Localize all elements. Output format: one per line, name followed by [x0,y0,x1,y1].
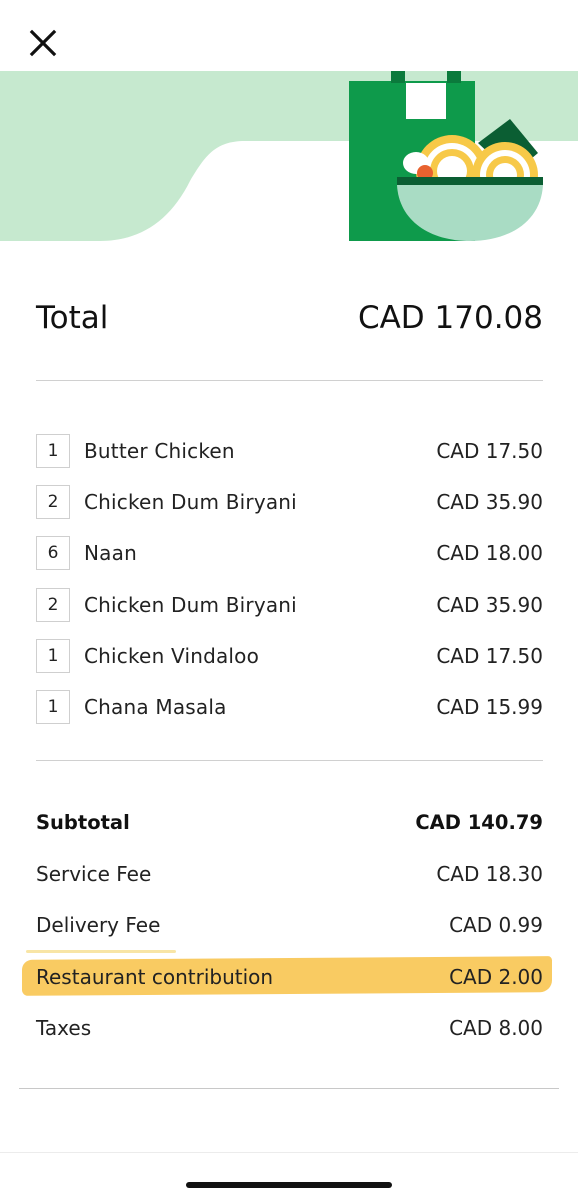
item-price: CAD 17.50 [436,438,543,463]
divider [36,760,543,761]
quantity-badge: 1 [36,433,70,468]
item-price: CAD 17.50 [436,643,543,668]
subtotal-label: Subtotal [36,811,130,835]
taxes-label: Taxes [36,1015,92,1040]
list-item: 1 Chicken Vindaloo CAD 17.50 [36,630,543,681]
item-name: Butter Chicken [84,438,235,463]
taxes-row: Taxes CAD 8.00 [36,1002,543,1053]
close-button[interactable] [26,26,60,60]
item-price: CAD 35.90 [436,592,543,617]
divider [0,1152,578,1153]
total-label: Total [36,300,109,336]
delivery-fee-row: Delivery Fee CAD 0.99 [36,900,543,951]
quantity-badge: 1 [36,638,70,673]
delivery-fee-label: Delivery Fee [36,913,161,938]
item-price: CAD 35.90 [436,489,543,514]
item-name: Chicken Vindaloo [84,643,260,668]
food-bag-noodle-bowl-illustration [0,71,578,241]
divider [19,1088,559,1089]
subtotal-value: CAD 140.79 [415,811,543,835]
quantity-badge: 1 [36,690,70,725]
receipt-banner [0,71,578,241]
subtotal-row: Subtotal CAD 140.79 [36,797,543,848]
service-fee-value: CAD 18.30 [436,861,543,886]
divider [36,380,543,381]
restaurant-contribution-value: CAD 2.00 [449,964,543,989]
delivery-fee-value: CAD 0.99 [449,913,543,938]
fee-summary: Subtotal CAD 140.79 Service Fee CAD 18.3… [36,797,543,1053]
quantity-badge: 2 [36,484,70,519]
item-name: Naan [84,541,137,566]
close-icon [29,29,57,57]
item-price: CAD 15.99 [436,695,543,720]
item-name: Chicken Dum Biryani [84,489,297,514]
highlighter-stroke [26,950,176,953]
quantity-badge: 2 [36,587,70,622]
service-fee-row: Service Fee CAD 18.30 [36,848,543,899]
taxes-value: CAD 8.00 [449,1015,543,1040]
list-item: 2 Chicken Dum Biryani CAD 35.90 [36,579,543,630]
list-item: 1 Butter Chicken CAD 17.50 [36,425,543,476]
item-price: CAD 18.00 [436,541,543,566]
total-value: CAD 170.08 [357,300,543,336]
item-name: Chicken Dum Biryani [84,592,297,617]
order-items-list: 1 Butter Chicken CAD 17.50 2 Chicken Dum… [36,425,543,733]
item-name: Chana Masala [84,695,227,720]
list-item: 6 Naan CAD 18.00 [36,528,543,579]
order-total: Total CAD 170.08 [36,300,543,336]
restaurant-contribution-label: Restaurant contribution [36,964,274,989]
list-item: 1 Chana Masala CAD 15.99 [36,681,543,732]
service-fee-label: Service Fee [36,861,152,886]
list-item: 2 Chicken Dum Biryani CAD 35.90 [36,476,543,527]
home-indicator[interactable] [186,1182,392,1188]
quantity-badge: 6 [36,536,70,571]
